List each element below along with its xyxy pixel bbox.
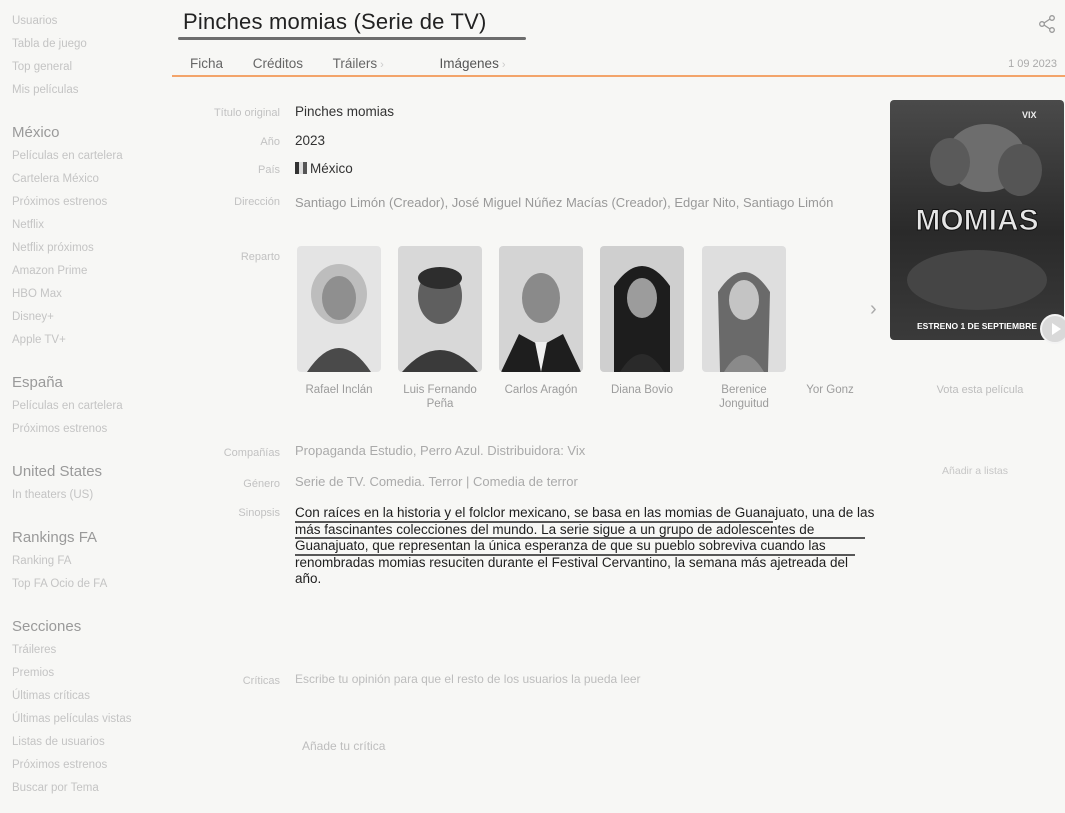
sidebar-top-item[interactable]: Top general <box>12 56 172 79</box>
poster-image[interactable]: VIX MOMIAS ESTRENO 1 DE SEPTIEMBRE <box>890 100 1064 340</box>
chevron-icon: › <box>501 59 506 71</box>
cast-photo-5[interactable] <box>702 246 786 372</box>
year-value[interactable]: 2023 <box>295 133 325 148</box>
tab-ficha[interactable]: Ficha <box>190 56 223 71</box>
original-title-value: Pinches momias <box>295 104 395 119</box>
cast-name-1[interactable]: Rafael Inclán <box>291 383 387 397</box>
poster-tagline: ESTRENO 1 DE SEPTIEMBRE <box>917 321 1037 331</box>
direction-label: Dirección <box>234 196 280 208</box>
country-value: México <box>295 161 353 176</box>
play-trailer-button[interactable] <box>1040 314 1065 344</box>
country-name: México <box>310 161 353 176</box>
sidebar-item[interactable]: Tráileres <box>12 639 172 662</box>
add-to-list-link[interactable]: Añadir a listas <box>905 465 1045 477</box>
cast-name-4[interactable]: Diana Bovio <box>594 383 690 397</box>
cast-name-5[interactable]: Berenice Jonguitud <box>696 383 792 411</box>
sidebar-item[interactable]: Netflix próximos <box>12 237 172 260</box>
title-underline-mark <box>178 37 526 40</box>
cast-label: Reparto <box>240 251 280 263</box>
tab-imagenes-label: Imágenes <box>439 56 499 71</box>
cast-photo-4[interactable] <box>600 246 684 372</box>
sidebar-item[interactable]: In theaters (US) <box>12 484 172 507</box>
synopsis-text: Con raíces en la historia y el folclor m… <box>295 505 875 586</box>
cast-photo-3[interactable] <box>499 246 583 372</box>
sidebar-group-title: Rankings FA <box>12 529 98 546</box>
sidebar-item[interactable]: Próximos estrenos <box>12 191 172 214</box>
sidebar-item[interactable]: Próximos estrenos <box>12 418 172 441</box>
sidebar-group-title: España <box>12 374 63 391</box>
chevron-icon: › <box>380 59 384 71</box>
sidebar-item[interactable]: Amazon Prime <box>12 260 172 283</box>
poster-title: MOMIAS <box>915 204 1038 237</box>
cast-photo-1[interactable] <box>297 246 381 372</box>
sidebar-group-title: México <box>12 124 60 141</box>
sidebar-item[interactable]: Últimas películas vistas <box>12 708 172 731</box>
page-title: Pinches momias (Serie de TV) <box>183 9 487 34</box>
company-label: Compañías <box>223 447 280 459</box>
pen-underline-mark <box>295 537 865 539</box>
company-value[interactable]: Propaganda Estudio, Perro Azul. Distribu… <box>295 443 585 458</box>
vote-link[interactable]: Vota esta película <box>910 384 1050 396</box>
date-label: 1 09 2023 <box>1008 58 1057 70</box>
sidebar-group-title: Secciones <box>12 618 82 635</box>
sidebar-top-item[interactable]: Usuarios <box>12 10 172 33</box>
genre-label: Género <box>243 478 280 490</box>
sidebar-item[interactable]: Próximos estrenos <box>12 754 172 777</box>
add-review-link[interactable]: Añade tu crítica <box>302 739 385 753</box>
cast-photo-2[interactable] <box>398 246 482 372</box>
sidebar-item[interactable]: Películas en cartelera <box>12 395 172 418</box>
sidebar-item[interactable]: HBO Max <box>12 283 172 306</box>
tab-bar: Ficha Créditos Tráilers › Imágenes › <box>190 56 558 71</box>
genre-value[interactable]: Serie de TV. Comedia. Terror | Comedia d… <box>295 474 578 489</box>
play-icon <box>1052 323 1061 335</box>
country-label: País <box>257 164 280 176</box>
sidebar-top-item[interactable]: Mis películas <box>12 79 172 102</box>
tab-creditos[interactable]: Créditos <box>253 56 303 71</box>
sidebar-top-item[interactable]: Tabla de juego <box>12 33 172 56</box>
direction-value[interactable]: Santiago Limón (Creador), José Miguel Nú… <box>295 193 835 213</box>
cast-name-3[interactable]: Carlos Aragón <box>493 383 589 397</box>
cast-name-2[interactable]: Luis Fernando Peña <box>392 383 488 411</box>
sidebar-item[interactable]: Películas en cartelera <box>12 145 172 168</box>
sidebar-item[interactable]: Top FA Ocio de FA <box>12 573 172 596</box>
sidebar-item[interactable]: Apple TV+ <box>12 329 172 352</box>
year-label: Año <box>260 136 280 148</box>
header-divider <box>172 75 1065 77</box>
chevron-right-icon[interactable]: › <box>870 298 877 321</box>
sidebar: Usuarios Tabla de juego Top general Mis pel… <box>12 10 172 800</box>
tab-trailers-label: Tráilers <box>332 56 378 71</box>
cast-name-6[interactable]: Yor Gonz <box>800 383 860 397</box>
sidebar-item[interactable]: Netflix <box>12 214 172 237</box>
sidebar-item[interactable]: Cartelera México <box>12 168 172 191</box>
reviews-prompt: Escribe tu opinión para que el resto de … <box>295 672 641 686</box>
tab-trailers[interactable]: Tráilers › <box>333 56 410 71</box>
sidebar-item[interactable]: Disney+ <box>12 306 172 329</box>
tab-imagenes[interactable]: Imágenes › <box>440 56 532 71</box>
reviews-label: Críticas <box>242 675 280 687</box>
share-icon[interactable] <box>1037 14 1057 34</box>
sidebar-item[interactable]: Últimas críticas <box>12 685 172 708</box>
sidebar-item[interactable]: Ranking FA <box>12 550 172 573</box>
pen-underline-mark <box>295 521 773 523</box>
original-title-label: Título original <box>213 107 280 119</box>
sidebar-item[interactable]: Premios <box>12 662 172 685</box>
poster-brand: VIX <box>1022 110 1037 120</box>
sidebar-item[interactable]: Listas de usuarios <box>12 731 172 754</box>
synopsis-label: Sinopsis <box>238 507 280 519</box>
mexico-flag-icon <box>295 162 307 174</box>
pen-underline-mark <box>295 554 855 556</box>
sidebar-group-title: United States <box>12 463 103 480</box>
sidebar-item[interactable]: Buscar por Tema <box>12 777 172 800</box>
